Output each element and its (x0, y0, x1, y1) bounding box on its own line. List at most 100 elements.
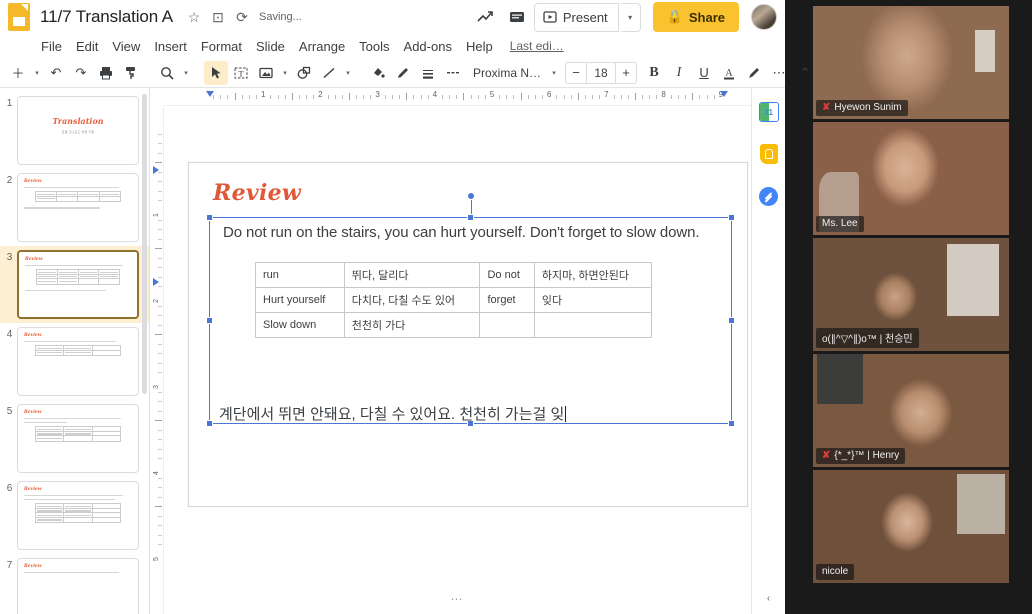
filmstrip-slide-6[interactable]: 6 Review (0, 477, 149, 554)
text-color-button[interactable]: A (717, 61, 741, 85)
slide-thumbnail[interactable]: Review (17, 481, 139, 550)
new-slide-caret[interactable]: ▾ (31, 61, 43, 85)
italic-button[interactable]: I (667, 61, 691, 85)
present-dropdown-caret[interactable]: ▾ (620, 2, 641, 32)
last-edit-link[interactable]: Last edi… (510, 39, 564, 53)
comment-history-icon[interactable] (502, 2, 532, 32)
google-tasks-icon[interactable] (759, 186, 779, 206)
menu-edit[interactable]: Edit (69, 37, 105, 56)
vertical-indent-marker[interactable] (153, 166, 159, 174)
shape-button[interactable] (292, 61, 316, 85)
menu-view[interactable]: View (105, 37, 147, 56)
participant-tile[interactable]: nicole (813, 470, 1009, 583)
font-size-stepper[interactable]: − 18 + (565, 61, 638, 84)
border-dash-button[interactable] (441, 61, 465, 85)
current-slide[interactable]: Review Do not run on the stairs, you can… (188, 162, 748, 507)
vocab-cell[interactable]: 천천히 가다 (343, 312, 481, 338)
resize-handle-left-middle[interactable] (206, 316, 213, 324)
slide-thumbnail[interactable]: Review (17, 327, 139, 396)
slide-filmstrip[interactable]: 1 Translation 친절 고나요드 어울 기말 2 Review 3 R… (0, 88, 150, 614)
image-caret[interactable]: ▾ (279, 61, 291, 85)
filmstrip-slide-3[interactable]: 3 Review (0, 246, 149, 323)
underline-button[interactable]: U (692, 61, 716, 85)
vertical-ruler[interactable]: 1 2 3 4 5 (150, 106, 164, 614)
font-family-select[interactable]: Proxima N… (467, 61, 547, 85)
google-keep-icon[interactable] (759, 144, 779, 164)
resize-handle-bottom-left[interactable] (206, 420, 213, 427)
participant-tile[interactable]: ✘ {*_*}™ | Henry (813, 354, 1009, 467)
insert-image-button[interactable] (254, 61, 278, 85)
bold-button[interactable]: B (642, 61, 666, 85)
english-sentence[interactable]: Do not run on the stairs, you can hurt y… (223, 224, 700, 241)
menu-help[interactable]: Help (459, 37, 500, 56)
filmstrip-slide-1[interactable]: 1 Translation 친절 고나요드 어울 기말 (0, 92, 149, 169)
user-avatar[interactable] (751, 4, 777, 30)
slide-thumbnail[interactable]: Review (17, 250, 139, 319)
menu-tools[interactable]: Tools (352, 37, 396, 56)
filmstrip-slide-7[interactable]: 7 Review (0, 554, 149, 614)
print-button[interactable] (94, 61, 118, 85)
vocabulary-table[interactable]: run 뛰다, 달리다 Do not 하지마, 하면안된다 Hurt yours… (255, 262, 653, 338)
slide-title[interactable]: Review (213, 180, 301, 206)
activity-dashboard-icon[interactable] (470, 2, 500, 32)
font-size-increase[interactable]: + (616, 63, 636, 83)
vocab-cell[interactable]: 하지마, 하면안된다 (533, 262, 653, 288)
present-button[interactable]: Present (533, 2, 619, 32)
zoom-button[interactable] (155, 61, 179, 85)
menu-addons[interactable]: Add-ons (397, 37, 459, 56)
menu-arrange[interactable]: Arrange (292, 37, 352, 56)
vocab-cell[interactable]: Slow down (255, 312, 345, 338)
more-options-button[interactable]: ⋯ (767, 61, 791, 85)
vocab-cell[interactable]: 뛰다, 달리다 (343, 262, 481, 288)
font-size-decrease[interactable]: − (566, 63, 586, 83)
vocab-cell[interactable]: Hurt yourself (255, 287, 345, 313)
vocab-cell[interactable]: forget (479, 287, 535, 313)
table-row[interactable]: run 뛰다, 달리다 Do not 하지마, 하면안된다 (255, 262, 653, 288)
border-weight-button[interactable] (416, 61, 440, 85)
resize-handle-top-right[interactable] (728, 214, 735, 221)
resize-handle-bottom-right[interactable] (728, 420, 735, 427)
new-slide-button[interactable]: ＋ (6, 61, 30, 85)
font-family-caret[interactable]: ▾ (548, 61, 560, 85)
font-size-value[interactable]: 18 (586, 62, 617, 83)
line-button[interactable] (317, 61, 341, 85)
slide-thumbnail[interactable]: Translation 친절 고나요드 어울 기말 (17, 96, 139, 165)
table-row[interactable]: Slow down 천천히 가다 (255, 312, 653, 338)
star-icon[interactable]: ☆ (183, 6, 205, 28)
select-tool-button[interactable] (204, 60, 228, 85)
share-button[interactable]: 🔒 Share (652, 2, 739, 32)
korean-sentence-wrapper[interactable]: 계단에서 뛰면 안돼요, 다칠 수 있어요. 천천히 가는걸 잊 (219, 403, 567, 424)
text-box-button[interactable]: T (229, 61, 253, 85)
fill-color-button[interactable] (366, 61, 390, 85)
slide-thumbnail[interactable]: Review (17, 558, 139, 614)
resize-handle-top-middle[interactable] (466, 214, 474, 221)
google-calendar-icon[interactable]: 31 (758, 102, 779, 122)
undo-button[interactable]: ↶ (44, 61, 68, 85)
vocab-cell[interactable]: run (255, 262, 345, 288)
vocab-cell[interactable]: 잊다 (533, 287, 653, 313)
rotation-handle[interactable] (466, 192, 475, 200)
resize-handle-right-middle[interactable] (728, 316, 735, 324)
expand-panel-icon[interactable]: ‹ (767, 593, 770, 604)
move-to-folder-icon[interactable]: ⊡ (207, 6, 229, 28)
vertical-indent-marker[interactable] (153, 278, 159, 286)
menu-format[interactable]: Format (194, 37, 249, 56)
filmstrip-slide-4[interactable]: 4 Review (0, 323, 149, 400)
vocab-cell[interactable] (479, 312, 535, 338)
filmstrip-slide-5[interactable]: 5 Review (0, 400, 149, 477)
border-color-button[interactable] (391, 61, 415, 85)
slides-logo-icon[interactable] (6, 2, 32, 32)
slide-thumbnail[interactable]: Review (17, 404, 139, 473)
paint-format-button[interactable] (119, 61, 143, 85)
zoom-caret[interactable]: ▾ (180, 61, 192, 85)
vocab-cell[interactable]: Do not (479, 262, 535, 288)
participant-tile[interactable]: Ms. Lee (813, 122, 1009, 235)
menu-insert[interactable]: Insert (147, 37, 194, 56)
menu-file[interactable]: File (34, 37, 69, 56)
speaker-notes-handle[interactable]: ⋯ (451, 592, 465, 606)
vocab-cell[interactable] (533, 312, 653, 338)
document-title[interactable]: 11/7 Translation A (40, 7, 173, 27)
slide-canvas[interactable]: Review Do not run on the stairs, you can… (164, 106, 751, 614)
slide-thumbnail[interactable]: Review (17, 173, 139, 242)
highlight-color-button[interactable] (742, 61, 766, 85)
